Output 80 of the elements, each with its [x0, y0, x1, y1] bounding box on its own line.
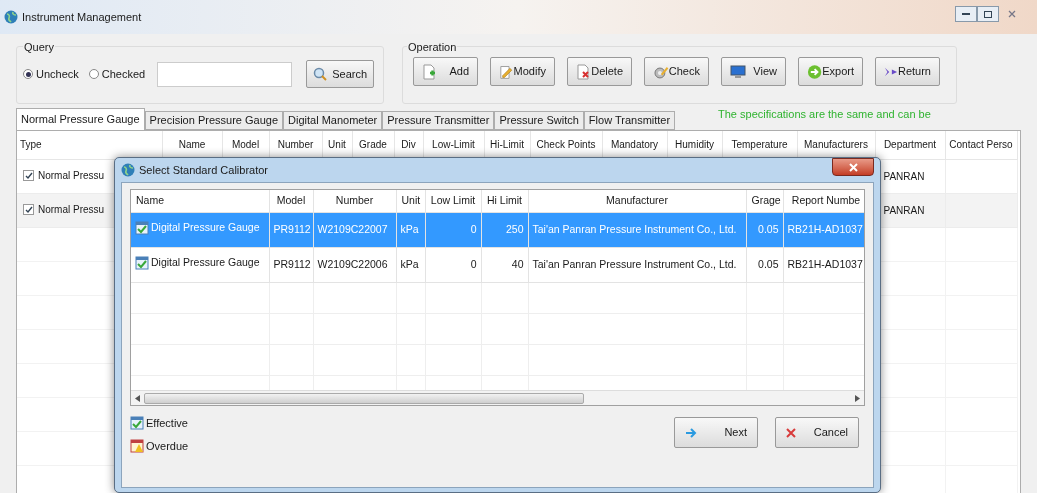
- column-header: Contact Perso: [945, 131, 1017, 159]
- search-button[interactable]: Search: [306, 60, 375, 88]
- table-cell: PANRAN: [883, 204, 925, 216]
- table-cell: PR9112: [273, 222, 311, 235]
- close-icon: [786, 427, 796, 438]
- maximize-button[interactable]: [977, 6, 999, 22]
- table-cell: PANRAN: [883, 170, 925, 182]
- table-cell: RB21H-AD1037: [787, 257, 863, 270]
- table-cell-text: Digital Pressure Gauge: [151, 254, 260, 270]
- column-header: Low Limit: [425, 190, 481, 212]
- table-cell: 0.05: [758, 257, 779, 270]
- column-header: Unit: [396, 190, 425, 212]
- tab[interactable]: Pressure Transmitter: [382, 111, 495, 130]
- column-header: Grage: [746, 190, 783, 212]
- table-cell: kPa: [400, 257, 419, 270]
- table-cell-text: Normal Pressu: [38, 169, 105, 184]
- table-cell: Tai'an Panran Pressure Instrument Co., Ltd.: [532, 257, 737, 270]
- calendar-check-icon: [135, 255, 149, 270]
- legend-label: Effective: [146, 416, 188, 431]
- dialog-button[interactable]: Next: [674, 417, 758, 448]
- globe-icon: [4, 10, 18, 24]
- row-checkbox[interactable]: [23, 204, 34, 216]
- toolbar-button[interactable]: View: [721, 57, 786, 86]
- table-cell: 0: [470, 222, 477, 235]
- column-header: Hi Limit: [481, 190, 528, 212]
- dialog-button[interactable]: Cancel: [775, 417, 859, 448]
- document-cross-icon: [576, 63, 590, 80]
- toolbar-button[interactable]: Add: [413, 57, 478, 86]
- toolbar-button[interactable]: Check: [644, 57, 709, 86]
- legend-label: Overdue: [146, 438, 189, 454]
- tab[interactable]: Flow Transmitter: [583, 111, 676, 130]
- table-cell: kPa: [400, 222, 419, 235]
- column-header: Model: [269, 190, 313, 212]
- tab[interactable]: Pressure Switch: [494, 111, 584, 130]
- table-cell: W2109C22007: [317, 222, 388, 235]
- tab[interactable]: Normal Pressure Gauge: [16, 108, 145, 130]
- monitor-icon: [730, 64, 746, 79]
- scroll-right-icon[interactable]: [855, 394, 860, 402]
- toolbar-button[interactable]: Return: [875, 57, 940, 86]
- tab[interactable]: Precision Pressure Gauge: [144, 111, 283, 130]
- scroll-left-icon[interactable]: [135, 394, 140, 402]
- close-button[interactable]: [832, 158, 874, 176]
- note-text: The specifications are the same and can be: [718, 107, 931, 122]
- globe-icon: [121, 163, 135, 177]
- minimize-button[interactable]: [955, 6, 977, 22]
- table-cell: PR9112: [273, 257, 311, 270]
- window-title: Instrument Management: [22, 9, 142, 25]
- radio-option[interactable]: Checked: [88, 65, 146, 83]
- arrow-circle-icon: [807, 63, 823, 80]
- toolbar-button[interactable]: Modify: [490, 57, 555, 86]
- horizontal-scrollbar[interactable]: [131, 390, 864, 405]
- table-cell: RB21H-AD1037: [787, 222, 863, 235]
- search-icon: [313, 67, 328, 81]
- column-header: Manufacturer: [528, 190, 746, 212]
- table-cell: 250: [505, 222, 524, 235]
- column-header: Report Numbe: [783, 190, 864, 212]
- table-cell-text: Normal Pressu: [38, 203, 105, 218]
- pencil-document-icon: [499, 63, 514, 80]
- column-header: Number: [313, 190, 396, 212]
- table-cell: 40: [511, 257, 524, 270]
- arrow-right-icon: [685, 427, 697, 438]
- search-field[interactable]: [157, 61, 293, 87]
- calendar-warning-icon: [130, 438, 144, 453]
- calendar-check-icon: [130, 416, 144, 431]
- tab[interactable]: Digital Manometer: [283, 111, 383, 130]
- table-cell-text: Digital Pressure Gauge: [151, 219, 260, 235]
- dialog-title: Select Standard Calibrator: [139, 162, 268, 178]
- table-cell: 0: [470, 257, 477, 270]
- calendar-check-icon: [135, 220, 149, 235]
- radio-option[interactable]: Uncheck: [23, 65, 79, 83]
- close-icon: [848, 162, 858, 172]
- close-icon: [1008, 10, 1016, 18]
- table-cell: Tai'an Panran Pressure Instrument Co., Ltd.: [532, 222, 737, 235]
- toolbar-button[interactable]: Export: [798, 57, 863, 86]
- document-plus-icon: [422, 63, 436, 80]
- toolbar-button[interactable]: Delete: [567, 57, 632, 86]
- table-cell: 0.05: [758, 222, 779, 235]
- table-cell: W2109C22006: [317, 257, 388, 270]
- column-header: Name: [131, 190, 269, 212]
- row-checkbox[interactable]: [23, 170, 34, 182]
